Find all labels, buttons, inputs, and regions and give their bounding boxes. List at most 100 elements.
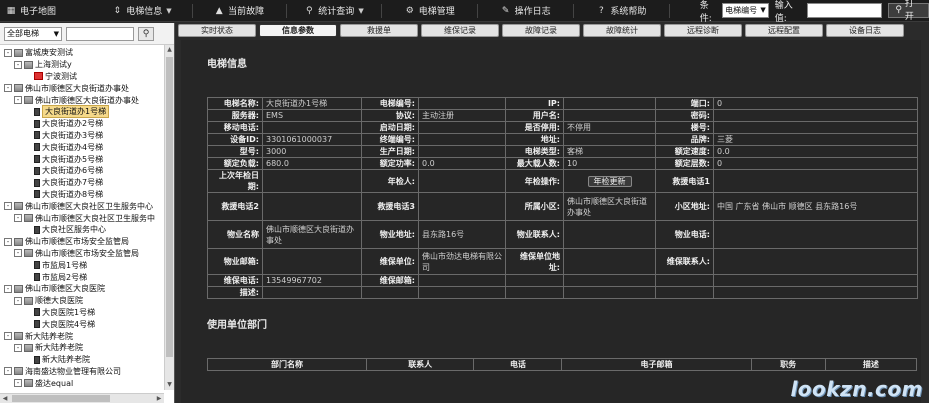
tree-node[interactable]: 大良街道办1号梯 [0, 105, 164, 119]
collapse-toggle-icon[interactable]: - [4, 84, 12, 93]
collapse-toggle-icon[interactable]: - [4, 48, 12, 57]
tree-node[interactable]: 新大陆养老院 [0, 354, 164, 366]
collapse-toggle-icon[interactable]: - [4, 237, 12, 246]
info-field-value: 0 [713, 97, 918, 110]
menu-statistics-query[interactable]: ⚲ 统计查询 ▼ [287, 0, 382, 22]
input-value-label: 输入值: [774, 0, 793, 24]
tree-node[interactable]: 大良街道办8号梯 [0, 189, 164, 201]
tree-node[interactable]: 宁波测试 [0, 71, 164, 83]
scroll-up-icon[interactable]: ▲ [165, 45, 174, 55]
open-button[interactable]: ⚲ 打开 [888, 0, 929, 22]
tree-node[interactable]: - 上海测试y [0, 59, 164, 71]
tree-node[interactable]: 大良街道办6号梯 [0, 165, 164, 177]
tree-node[interactable]: 大良社区服务中心 [0, 224, 164, 236]
tab-1[interactable]: 信息参数 [259, 24, 337, 37]
tree-node[interactable]: - 新大陆养老院 [0, 330, 164, 342]
tree-node-label: 佛山市顺德区市场安全监管局 [35, 248, 139, 258]
info-field-label: 额定速度: [655, 145, 714, 158]
tree-node[interactable]: 市监局2号梯 [0, 271, 164, 283]
tree-node[interactable]: 大良医院4号梯 [0, 318, 164, 330]
menu-elevator-management[interactable]: ⚙ 电梯管理 [382, 0, 477, 22]
inspection-update-button[interactable]: 年检更新 [587, 175, 632, 187]
collapse-toggle-icon[interactable]: - [14, 343, 22, 352]
tab-6[interactable]: 远程诊断 [664, 24, 742, 37]
top-menu-bar: ▦ 电子地图 ⇕ 电梯信息 ▼ ▲ 当前故障 ⚲ 统计查询 ▼ ⚙ 电梯管理 ✎… [0, 0, 929, 24]
collapse-toggle-icon[interactable]: - [14, 296, 22, 305]
tree-node[interactable]: - 佛山市顺德区市场安全监管局 [0, 248, 164, 260]
collapse-toggle-icon[interactable]: - [14, 249, 22, 258]
tree-node[interactable]: 大良街道办2号梯 [0, 118, 164, 130]
tab-0[interactable]: 实时状态 [178, 24, 256, 37]
tree-node-label: 佛山市顺德区大良医院 [25, 284, 105, 294]
building-icon [14, 48, 23, 57]
tab-7[interactable]: 远程配置 [745, 24, 823, 37]
collapse-toggle-icon[interactable]: - [4, 332, 12, 341]
tree-node[interactable]: - 顺德大良医院 [0, 295, 164, 307]
tree-node[interactable]: - 佛山市顺德区大良社区卫生服务中心 [0, 200, 164, 212]
search-icon: ⚲ [895, 5, 902, 15]
tree-search-button[interactable]: ⚲ [138, 26, 154, 41]
scroll-right-icon[interactable]: ▶ [154, 394, 164, 403]
menu-current-fault[interactable]: ▲ 当前故障 [193, 0, 286, 22]
collapse-toggle-icon[interactable]: - [14, 379, 22, 388]
input-value-field[interactable] [806, 3, 883, 18]
info-field-value: 0.0 [418, 157, 506, 170]
info-field-label: 最大载人数: [505, 157, 564, 170]
collapse-toggle-icon[interactable]: - [4, 202, 12, 211]
tab-5[interactable]: 故障统计 [583, 24, 661, 37]
info-row: 物业名称 佛山市顺德区大良街道办事处 物业地址: 县东路16号 物业联系人: 物业电话: [207, 220, 918, 249]
tree-node[interactable]: 大良街道办4号梯 [0, 141, 164, 153]
tree-node[interactable]: 大良街道办3号梯 [0, 130, 164, 142]
menu-elevator-info[interactable]: ⇕ 电梯信息 ▼ [92, 0, 192, 22]
elevator-filter-select[interactable]: 全部电梯 ▼ [4, 26, 62, 41]
info-field-value: 680.0 [262, 157, 362, 170]
collapse-toggle-icon[interactable]: - [14, 60, 22, 69]
tab-2[interactable]: 救援单 [340, 24, 418, 37]
tree-node[interactable]: - 佛山市顺德区大良医院 [0, 283, 164, 295]
scroll-thumb[interactable] [166, 57, 173, 357]
tree-vertical-scrollbar[interactable]: ▲ ▼ [164, 45, 174, 390]
info-field-value [713, 121, 918, 134]
tab-8[interactable]: 设备日志 [826, 24, 904, 37]
tree-search-input[interactable] [66, 26, 134, 41]
tree-node[interactable]: - 佛山市顺德区大良社区卫生服务中 [0, 212, 164, 224]
building-icon [14, 332, 23, 341]
unit-column-header: 职务 [750, 358, 826, 371]
tree-node[interactable]: - 海南盛达物业管理有限公司 [0, 366, 164, 378]
collapse-toggle-icon[interactable]: - [4, 284, 12, 293]
tree-horizontal-scrollbar[interactable]: ◀ ▶ [0, 393, 164, 403]
scroll-thumb[interactable] [12, 395, 110, 402]
info-field-label: IP: [505, 97, 564, 110]
tree-node[interactable]: - 盛达equal [0, 377, 164, 389]
tree-node[interactable]: - 新大陆养老院 [0, 342, 164, 354]
info-field-label [505, 274, 564, 287]
scroll-left-icon[interactable]: ◀ [0, 394, 10, 403]
tree-node-label: 新大陆养老院 [35, 343, 83, 353]
tree-node[interactable]: - 佛山市顺德区大良街道办事处 [0, 82, 164, 94]
tab-4[interactable]: 故障记录 [502, 24, 580, 37]
condition-select[interactable]: 电梯编号 ▼ [722, 3, 769, 18]
info-field-label: 启动日期: [361, 121, 419, 134]
tab-3[interactable]: 维保记录 [421, 24, 499, 37]
tree-node[interactable]: - 富城庚安测试 [0, 47, 164, 59]
tree-node[interactable]: - 佛山市顺德区大良街道办事处 [0, 94, 164, 106]
chevron-down-icon: ▼ [166, 6, 172, 15]
scroll-down-icon[interactable]: ▼ [165, 380, 174, 390]
tree-node[interactable]: 市监局1号梯 [0, 259, 164, 271]
tree-node[interactable]: 大良街道办7号梯 [0, 177, 164, 189]
menu-label: 统计查询 [318, 7, 355, 17]
tree-node[interactable]: - 佛山市顺德区市场安全监管局 [0, 236, 164, 248]
menu-operation-log[interactable]: ✎ 操作日志 [478, 0, 573, 22]
info-field-label: 型号: [207, 145, 263, 158]
tree-node[interactable]: 大良医院1号梯 [0, 307, 164, 319]
info-row: 救援电话2 救援电话3 所属小区: 佛山市顺德区大良街道办事处 小区地址: 中国 广东省 … [207, 192, 918, 221]
tree-node[interactable]: 大良街道办5号梯 [0, 153, 164, 165]
collapse-toggle-icon[interactable]: - [14, 96, 22, 105]
info-field-value [418, 133, 506, 146]
collapse-toggle-icon[interactable]: - [14, 214, 22, 223]
collapse-toggle-icon[interactable]: - [4, 367, 12, 376]
menu-system-help[interactable]: ? 系统帮助 [574, 0, 669, 22]
menu-electronic-map[interactable]: ▦ 电子地图 [0, 0, 92, 22]
info-row: 移动电话: 启动日期: 是否停用: 不停用 楼号: [207, 121, 918, 134]
info-field-value: 佛山市顺德区大良街道办事处 [563, 192, 656, 221]
